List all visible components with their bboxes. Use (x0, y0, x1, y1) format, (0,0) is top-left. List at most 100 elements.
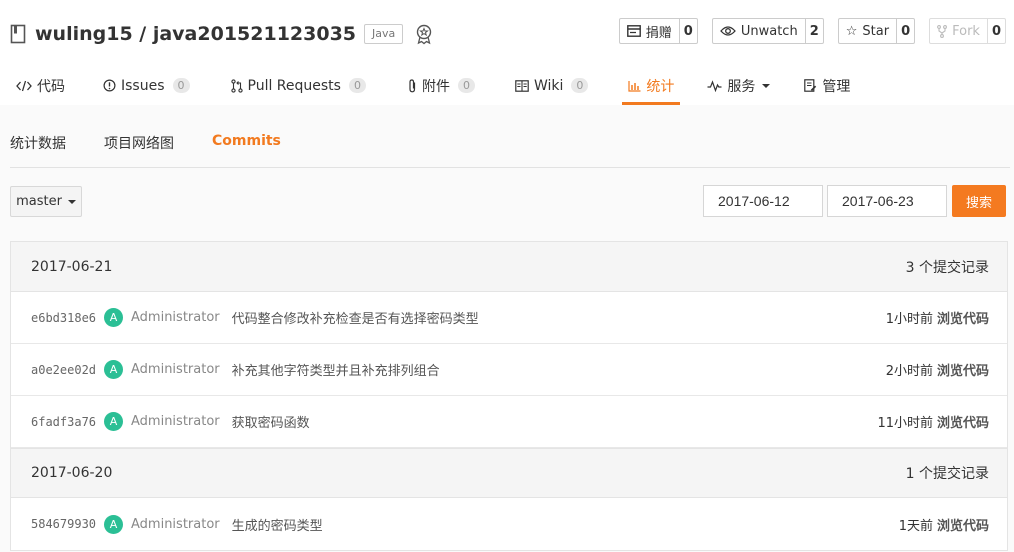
avatar[interactable]: A (104, 412, 123, 431)
fork-button[interactable]: Fork 0 (929, 18, 1006, 44)
commit-author[interactable]: Administrator (131, 310, 220, 325)
wiki-book-icon (515, 79, 529, 92)
commit-time: 11小时前 (877, 416, 933, 431)
date-from-input[interactable] (703, 185, 823, 217)
browse-code-link[interactable]: 浏览代码 (937, 412, 989, 431)
subtab-network-graph[interactable]: 项目网络图 (104, 133, 174, 153)
tab-pull-requests-label: Pull Requests (247, 77, 341, 94)
commit-message[interactable]: 补充其他字符类型并且补充排列组合 (232, 360, 440, 379)
donate-count[interactable]: 0 (678, 19, 697, 43)
commit-message[interactable]: 代码整合修改补充检查是否有选择密码类型 (232, 308, 479, 327)
commit-time: 2小时前 (885, 364, 933, 379)
commit-info: 584679930 A Administrator 生成的密码类型 (31, 514, 323, 534)
watch-count[interactable]: 2 (804, 19, 823, 43)
repo-actions: 捐赠 0 Unwatch 2 ☆ Star 0 Fork 0 (618, 18, 1006, 44)
tab-manage-label: 管理 (822, 78, 851, 95)
donate-button[interactable]: 捐赠 0 (618, 18, 698, 44)
pulse-icon (707, 79, 722, 92)
subtab-divider (10, 167, 1010, 168)
repo-name[interactable]: wuling15 / java201521123035 (35, 23, 356, 45)
star-icon: ☆ (845, 23, 858, 39)
repo-title-bar: wuling15 / java201521123035 Java (10, 18, 435, 50)
commit-row: 6fadf3a76 A Administrator 获取密码函数 11小时前 浏… (11, 396, 1007, 448)
chevron-down-icon (67, 199, 76, 204)
commit-info: 6fadf3a76 A Administrator 获取密码函数 (31, 412, 310, 431)
tab-wiki-count: 0 (571, 78, 589, 93)
tab-code[interactable]: 代码 (10, 66, 71, 105)
commit-time: 1天前 (898, 518, 933, 534)
fork-label-wrap: Fork (930, 19, 987, 43)
eye-icon (719, 26, 736, 36)
group-date: 2017-06-20 (31, 465, 113, 481)
tab-attachments-count: 0 (457, 78, 475, 93)
pull-request-icon (230, 78, 243, 93)
repo-book-icon (10, 24, 26, 44)
watch-button[interactable]: Unwatch 2 (711, 18, 824, 44)
tab-wiki-label: Wiki (533, 77, 564, 94)
commit-sha[interactable]: 6fadf3a76 (31, 415, 104, 429)
tab-manage[interactable]: 管理 (798, 66, 856, 105)
commit-message[interactable]: 获取密码函数 (232, 412, 310, 431)
commit-author[interactable]: Administrator (131, 362, 220, 377)
manage-icon (804, 79, 817, 92)
commit-group-header: 2017-06-20 1 个提交记录 (11, 448, 1007, 498)
tab-statistics-label: 统计 (646, 78, 675, 95)
watch-label-wrap: Unwatch (713, 19, 805, 43)
donate-label-wrap: 捐赠 (620, 19, 679, 43)
tab-wiki[interactable]: Wiki 0 (509, 66, 594, 105)
chevron-down-icon (762, 83, 771, 88)
award-icon[interactable] (413, 23, 435, 45)
browse-code-link[interactable]: 浏览代码 (937, 360, 989, 379)
search-button[interactable]: 搜索 (952, 185, 1006, 217)
commit-meta: 1小时前 浏览代码 (886, 308, 989, 327)
browse-code-link[interactable]: 浏览代码 (937, 515, 989, 534)
group-count: 3 个提交记录 (905, 259, 989, 276)
commit-row: 584679930 A Administrator 生成的密码类型 1天前 浏览… (11, 498, 1007, 550)
star-count[interactable]: 0 (896, 19, 914, 43)
commit-sha[interactable]: e6bd318e6 (31, 311, 104, 325)
wallet-icon (626, 25, 641, 37)
tab-pull-requests[interactable]: Pull Requests 0 (225, 66, 372, 105)
fork-icon (937, 24, 948, 38)
commit-sha[interactable]: a0e2ee02d (31, 363, 104, 377)
tab-pull-requests-count: 0 (348, 78, 366, 93)
tab-attachments[interactable]: 附件 0 (402, 66, 481, 105)
tab-attachments-label: 附件 (421, 78, 450, 95)
repo-header: wuling15 / java201521123035 Java 捐赠 0 Un… (0, 0, 1014, 105)
group-count: 1 个提交记录 (905, 466, 989, 482)
commit-author[interactable]: Administrator (131, 414, 220, 429)
fork-count[interactable]: 0 (986, 19, 1005, 43)
bar-chart-icon (628, 80, 641, 92)
commit-author[interactable]: Administrator (131, 517, 220, 532)
commit-sha[interactable]: 584679930 (31, 517, 104, 531)
star-label-wrap: ☆ Star (839, 19, 896, 43)
tab-services-label: 服务 (727, 78, 756, 95)
tab-issues[interactable]: Issues 0 (97, 66, 196, 105)
donate-label: 捐赠 (645, 25, 672, 41)
avatar[interactable]: A (104, 360, 123, 379)
branch-select[interactable]: master (10, 186, 82, 217)
fork-label: Fork (952, 23, 980, 39)
repo-tabs: 代码 Issues 0 Pull Requests 0 附件 0 Wiki 0 … (0, 66, 856, 105)
tab-services[interactable]: 服务 (701, 66, 776, 105)
tab-code-label: 代码 (37, 78, 65, 95)
commit-meta: 11小时前 浏览代码 (877, 412, 989, 431)
avatar[interactable]: A (104, 514, 123, 534)
subtab-commits[interactable]: Commits (212, 133, 281, 153)
statistics-subtabs: 统计数据 项目网络图 Commits (10, 133, 281, 153)
commit-list: 2017-06-21 3 个提交记录 e6bd318e6 A Administr… (10, 241, 1008, 551)
commit-row: a0e2ee02d A Administrator 补充其他字符类型并且补充排列… (11, 344, 1007, 396)
watch-label: Unwatch (740, 23, 798, 39)
date-to-input[interactable] (827, 185, 947, 217)
star-button[interactable]: ☆ Star 0 (837, 18, 916, 44)
commit-message[interactable]: 生成的密码类型 (232, 515, 323, 534)
statistics-panel: 统计数据 项目网络图 Commits master 搜索 2017-06-21 … (0, 105, 1014, 552)
commit-time: 1小时前 (885, 312, 933, 327)
subtab-stats-data[interactable]: 统计数据 (10, 133, 66, 153)
commit-info: e6bd318e6 A Administrator 代码整合修改补充检查是否有选… (31, 308, 479, 327)
issue-icon (103, 79, 116, 92)
tab-statistics[interactable]: 统计 (622, 66, 681, 105)
avatar[interactable]: A (104, 308, 123, 327)
star-label: Star (862, 23, 890, 39)
browse-code-link[interactable]: 浏览代码 (937, 308, 989, 327)
